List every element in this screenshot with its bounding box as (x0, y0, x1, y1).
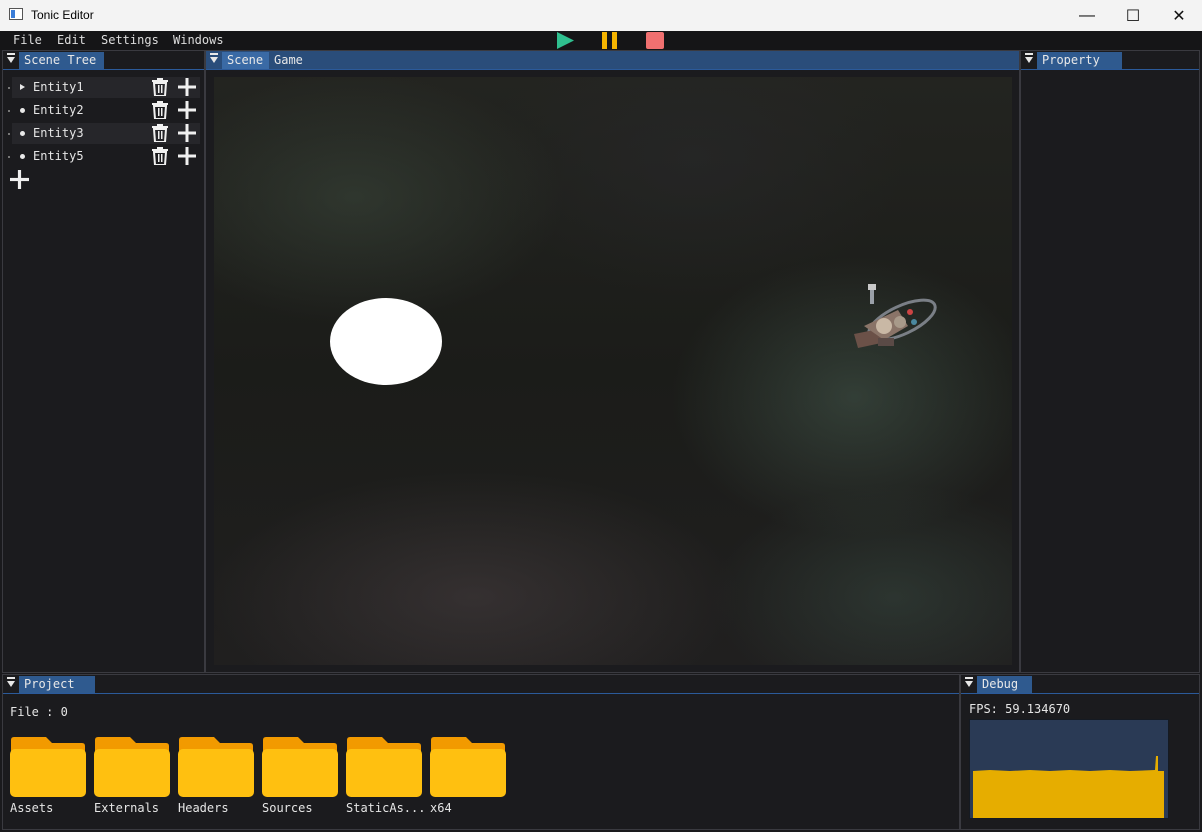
tab-debug[interactable]: Debug (977, 676, 1033, 693)
folder-icon (178, 737, 254, 797)
entity-label: Entity1 (33, 80, 84, 94)
add-child-icon[interactable] (178, 78, 196, 96)
minimize-button[interactable]: — (1064, 0, 1110, 31)
expand-arrow-icon[interactable] (20, 84, 25, 90)
scene-panel-header: Scene Game (206, 51, 1019, 70)
collapse-triangle-icon[interactable] (7, 57, 15, 63)
trash-icon[interactable] (152, 147, 168, 165)
project-header: Project (3, 675, 959, 694)
menu-settings[interactable]: Settings (101, 33, 159, 47)
play-icon[interactable] (556, 32, 574, 49)
scene-viewport[interactable] (214, 77, 1012, 665)
tab-scene[interactable]: Scene (222, 52, 272, 69)
tab-project[interactable]: Project (19, 676, 95, 693)
folder-icon (430, 737, 506, 797)
tab-game[interactable]: Game (269, 52, 311, 69)
fps-graph (969, 719, 1169, 819)
add-child-icon[interactable] (178, 124, 196, 142)
folder-headers[interactable]: Headers (178, 735, 254, 815)
folder-label: Sources (262, 801, 313, 815)
bullet-icon (20, 154, 25, 159)
collapse-bar-icon (965, 677, 973, 679)
folder-externals[interactable]: Externals (94, 735, 170, 815)
collapse-triangle-icon[interactable] (210, 57, 218, 63)
tab-property[interactable]: Property (1037, 52, 1122, 69)
menu-file[interactable]: File (13, 33, 42, 47)
folder-staticassets[interactable]: StaticAs... (346, 735, 425, 815)
menu-windows[interactable]: Windows (173, 33, 224, 47)
fps-readout: FPS: 59.134670 (969, 702, 1071, 716)
scene-tree-panel: Scene Tree Entity1 Entity2 Entity3 Entit… (2, 50, 205, 673)
tree-connector (8, 133, 10, 135)
tree-item-entity3[interactable]: Entity3 (8, 123, 200, 144)
collapse-bar-icon (1025, 53, 1033, 55)
entity-label: Entity3 (33, 126, 84, 140)
bullet-icon (20, 131, 25, 136)
folder-sources[interactable]: Sources (262, 735, 338, 815)
folder-label: x64 (430, 801, 452, 815)
maximize-button[interactable]: ☐ (1110, 0, 1156, 31)
collapse-bar-icon (210, 53, 218, 55)
menu-bar: File Edit Settings Windows (0, 31, 1202, 50)
app-icon (9, 8, 23, 20)
menu-edit[interactable]: Edit (57, 33, 86, 47)
trash-icon[interactable] (152, 124, 168, 142)
folder-icon (262, 737, 338, 797)
add-entity-icon[interactable] (10, 170, 29, 189)
entity-label: Entity5 (33, 149, 84, 163)
folder-icon (94, 737, 170, 797)
folder-icon (346, 737, 422, 797)
collapse-triangle-icon[interactable] (965, 681, 973, 687)
trash-icon[interactable] (152, 78, 168, 96)
close-button[interactable]: ✕ (1156, 0, 1202, 31)
folder-assets[interactable]: Assets (10, 735, 86, 815)
tree-connector (8, 156, 10, 158)
trash-icon[interactable] (152, 101, 168, 119)
folder-label: Headers (178, 801, 229, 815)
file-count: File : 0 (10, 705, 68, 719)
stop-icon[interactable] (646, 32, 664, 49)
add-child-icon[interactable] (178, 101, 196, 119)
fps-history-plot (973, 756, 1164, 818)
tree-item-entity2[interactable]: Entity2 (8, 100, 200, 121)
add-child-icon[interactable] (178, 147, 196, 165)
folder-label: Externals (94, 801, 160, 815)
folder-icon (10, 737, 86, 797)
collapse-triangle-icon[interactable] (7, 681, 15, 687)
tree-item-entity5[interactable]: Entity5 (8, 146, 200, 167)
folder-x64[interactable]: x64 (430, 735, 506, 815)
folder-label: Assets (10, 801, 54, 815)
collapse-bar-icon (7, 677, 15, 679)
entity-label: Entity2 (33, 103, 84, 117)
collapse-triangle-icon[interactable] (1025, 57, 1033, 63)
collapse-bar-icon (7, 53, 15, 55)
title-bar: Tonic Editor — ☐ ✕ (0, 0, 1202, 31)
window-title: Tonic Editor (31, 8, 94, 22)
project-panel: Project File : 0 Assets Externals Header… (2, 674, 960, 830)
property-header: Property (1021, 51, 1199, 70)
property-panel: Property (1020, 50, 1200, 673)
white-ellipse-sprite[interactable] (330, 298, 442, 385)
tree-connector (8, 87, 10, 89)
tree-item-entity1[interactable]: Entity1 (8, 77, 200, 98)
bullet-icon (20, 108, 25, 113)
ship-sprite[interactable] (844, 282, 944, 362)
tree-connector (8, 110, 10, 112)
scene-tree-header: Scene Tree (3, 51, 204, 70)
folder-label: StaticAs... (346, 801, 426, 815)
tab-scene-tree[interactable]: Scene Tree (19, 52, 105, 69)
pause-icon[interactable] (601, 32, 619, 49)
debug-header: Debug (961, 675, 1199, 694)
